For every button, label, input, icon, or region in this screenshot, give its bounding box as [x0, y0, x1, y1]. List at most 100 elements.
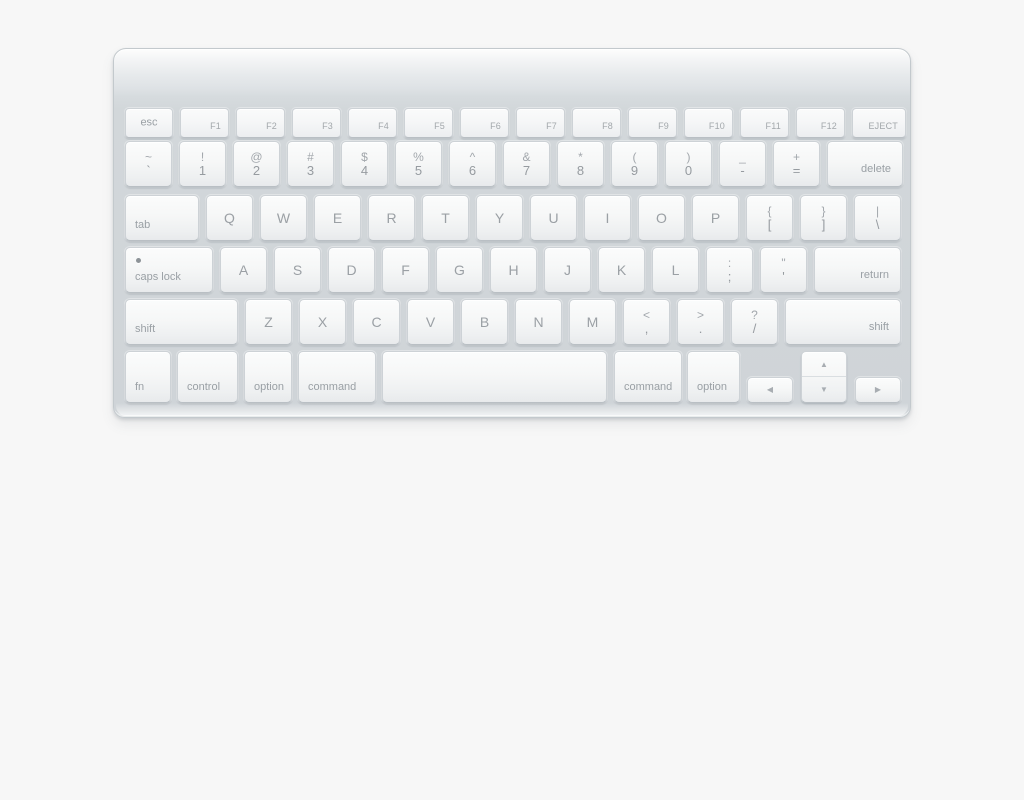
- key-comma[interactable]: <,: [623, 299, 670, 345]
- key-f10[interactable]: F10: [684, 108, 733, 138]
- key-shift-right[interactable]: shift: [785, 299, 901, 345]
- key-command-left[interactable]: command: [298, 351, 376, 403]
- key-legend-secondary: !: [200, 150, 205, 164]
- key-equals[interactable]: + =: [773, 141, 820, 187]
- arrow-right-icon: ▶: [874, 385, 882, 394]
- key-command-right[interactable]: command: [614, 351, 682, 403]
- key-legend: option: [697, 381, 727, 393]
- key-legend-secondary: >: [696, 308, 704, 322]
- key-legend: F10: [708, 121, 725, 131]
- key-legend: T: [441, 210, 450, 226]
- key-f1[interactable]: F1: [180, 108, 229, 138]
- key-key-u[interactable]: U: [530, 195, 577, 241]
- key-digit-2[interactable]: @2: [233, 141, 280, 187]
- key-shift-left[interactable]: shift: [125, 299, 238, 345]
- key-key-r[interactable]: R: [368, 195, 415, 241]
- key-digit-4[interactable]: $4: [341, 141, 388, 187]
- key-legend: caps lock: [135, 271, 181, 283]
- key-digit-6[interactable]: ^ 6: [449, 141, 496, 187]
- key-legend-primary: `: [146, 163, 151, 178]
- key-f2[interactable]: F2: [236, 108, 285, 138]
- key-legend: F6: [490, 121, 501, 131]
- key-key-x[interactable]: X: [299, 299, 346, 345]
- key-digit-0[interactable]: ) 0: [665, 141, 712, 187]
- key-legend-secondary: |: [875, 204, 880, 218]
- key-legend-secondary: ~: [144, 150, 152, 164]
- key-digit-9[interactable]: (9: [611, 141, 658, 187]
- key-key-b[interactable]: B: [461, 299, 508, 345]
- key-legend-secondary: *: [578, 150, 583, 164]
- key-key-s[interactable]: S: [274, 247, 321, 293]
- key-key-f[interactable]: F: [382, 247, 429, 293]
- key-key-i[interactable]: I: [584, 195, 631, 241]
- key-bracket-left[interactable]: {[: [746, 195, 793, 241]
- key-period[interactable]: >.: [677, 299, 724, 345]
- key-eject[interactable]: EJECT: [852, 108, 906, 138]
- key-digit-1[interactable]: ! 1: [179, 141, 226, 187]
- key-key-m[interactable]: M: [569, 299, 616, 345]
- key-backtick[interactable]: ~ `: [125, 141, 172, 187]
- key-esc[interactable]: esc: [125, 108, 173, 138]
- key-f6[interactable]: F6: [460, 108, 509, 138]
- key-key-y[interactable]: Y: [476, 195, 523, 241]
- key-key-a[interactable]: A: [220, 247, 267, 293]
- key-control[interactable]: control: [177, 351, 238, 403]
- key-f4[interactable]: F4: [348, 108, 397, 138]
- key-f9[interactable]: F9: [628, 108, 677, 138]
- key-key-k[interactable]: K: [598, 247, 645, 293]
- key-legend-secondary: (: [632, 150, 637, 164]
- key-option-right[interactable]: option: [687, 351, 740, 403]
- key-tab[interactable]: tab: [125, 195, 199, 241]
- key-semicolon[interactable]: :;: [706, 247, 753, 293]
- key-key-v[interactable]: V: [407, 299, 454, 345]
- key-f3[interactable]: F3: [292, 108, 341, 138]
- key-legend-primary: -: [740, 163, 745, 178]
- key-digit-7[interactable]: & 7: [503, 141, 550, 187]
- key-key-w[interactable]: W: [260, 195, 307, 241]
- key-key-z[interactable]: Z: [245, 299, 292, 345]
- key-legend: O: [656, 210, 667, 226]
- key-legend-primary: .: [698, 321, 703, 336]
- key-key-l[interactable]: L: [652, 247, 699, 293]
- key-digit-3[interactable]: #3: [287, 141, 334, 187]
- key-digit-8[interactable]: * 8: [557, 141, 604, 187]
- key-arrow-right[interactable]: ▶: [855, 377, 901, 403]
- key-delete[interactable]: delete: [827, 141, 903, 187]
- key-caps-lock[interactable]: caps lock: [125, 247, 213, 293]
- key-fn[interactable]: fn: [125, 351, 171, 403]
- key-legend: Y: [494, 210, 505, 226]
- key-key-e[interactable]: E: [314, 195, 361, 241]
- key-key-n[interactable]: N: [515, 299, 562, 345]
- key-key-p[interactable]: P: [692, 195, 739, 241]
- key-minus[interactable]: _ -: [719, 141, 766, 187]
- key-quote[interactable]: " ': [760, 247, 807, 293]
- key-f11[interactable]: F11: [740, 108, 789, 138]
- key-option-left[interactable]: option: [244, 351, 292, 403]
- key-slash[interactable]: ? /: [731, 299, 778, 345]
- key-arrow-left[interactable]: ◀: [747, 377, 793, 403]
- key-f7[interactable]: F7: [516, 108, 565, 138]
- key-f8[interactable]: F8: [572, 108, 621, 138]
- key-space[interactable]: [382, 351, 607, 403]
- key-key-d[interactable]: D: [328, 247, 375, 293]
- key-f5[interactable]: F5: [404, 108, 453, 138]
- key-key-h[interactable]: H: [490, 247, 537, 293]
- key-legend: E: [332, 210, 343, 226]
- key-key-g[interactable]: G: [436, 247, 483, 293]
- key-arrow-up[interactable]: ▲: [802, 352, 846, 377]
- key-arrow-down[interactable]: ▼: [802, 376, 846, 402]
- key-f12[interactable]: F12: [796, 108, 845, 138]
- key-backslash[interactable]: | \: [854, 195, 901, 241]
- key-legend: B: [479, 314, 490, 330]
- key-legend-secondary: <: [642, 308, 650, 322]
- key-key-c[interactable]: C: [353, 299, 400, 345]
- key-key-j[interactable]: J: [544, 247, 591, 293]
- key-digit-5[interactable]: % 5: [395, 141, 442, 187]
- key-bracket-right[interactable]: }]: [800, 195, 847, 241]
- key-return[interactable]: return: [814, 247, 901, 293]
- key-key-t[interactable]: T: [422, 195, 469, 241]
- key-legend-secondary: {: [767, 204, 772, 218]
- key-key-q[interactable]: Q: [206, 195, 253, 241]
- keyboard-device: esc F1 F2 F3 F4 F5 F6 F7 F8 F9 F10 F11 F12 EJECT ~ `! 1 @…: [113, 48, 911, 418]
- key-key-o[interactable]: O: [638, 195, 685, 241]
